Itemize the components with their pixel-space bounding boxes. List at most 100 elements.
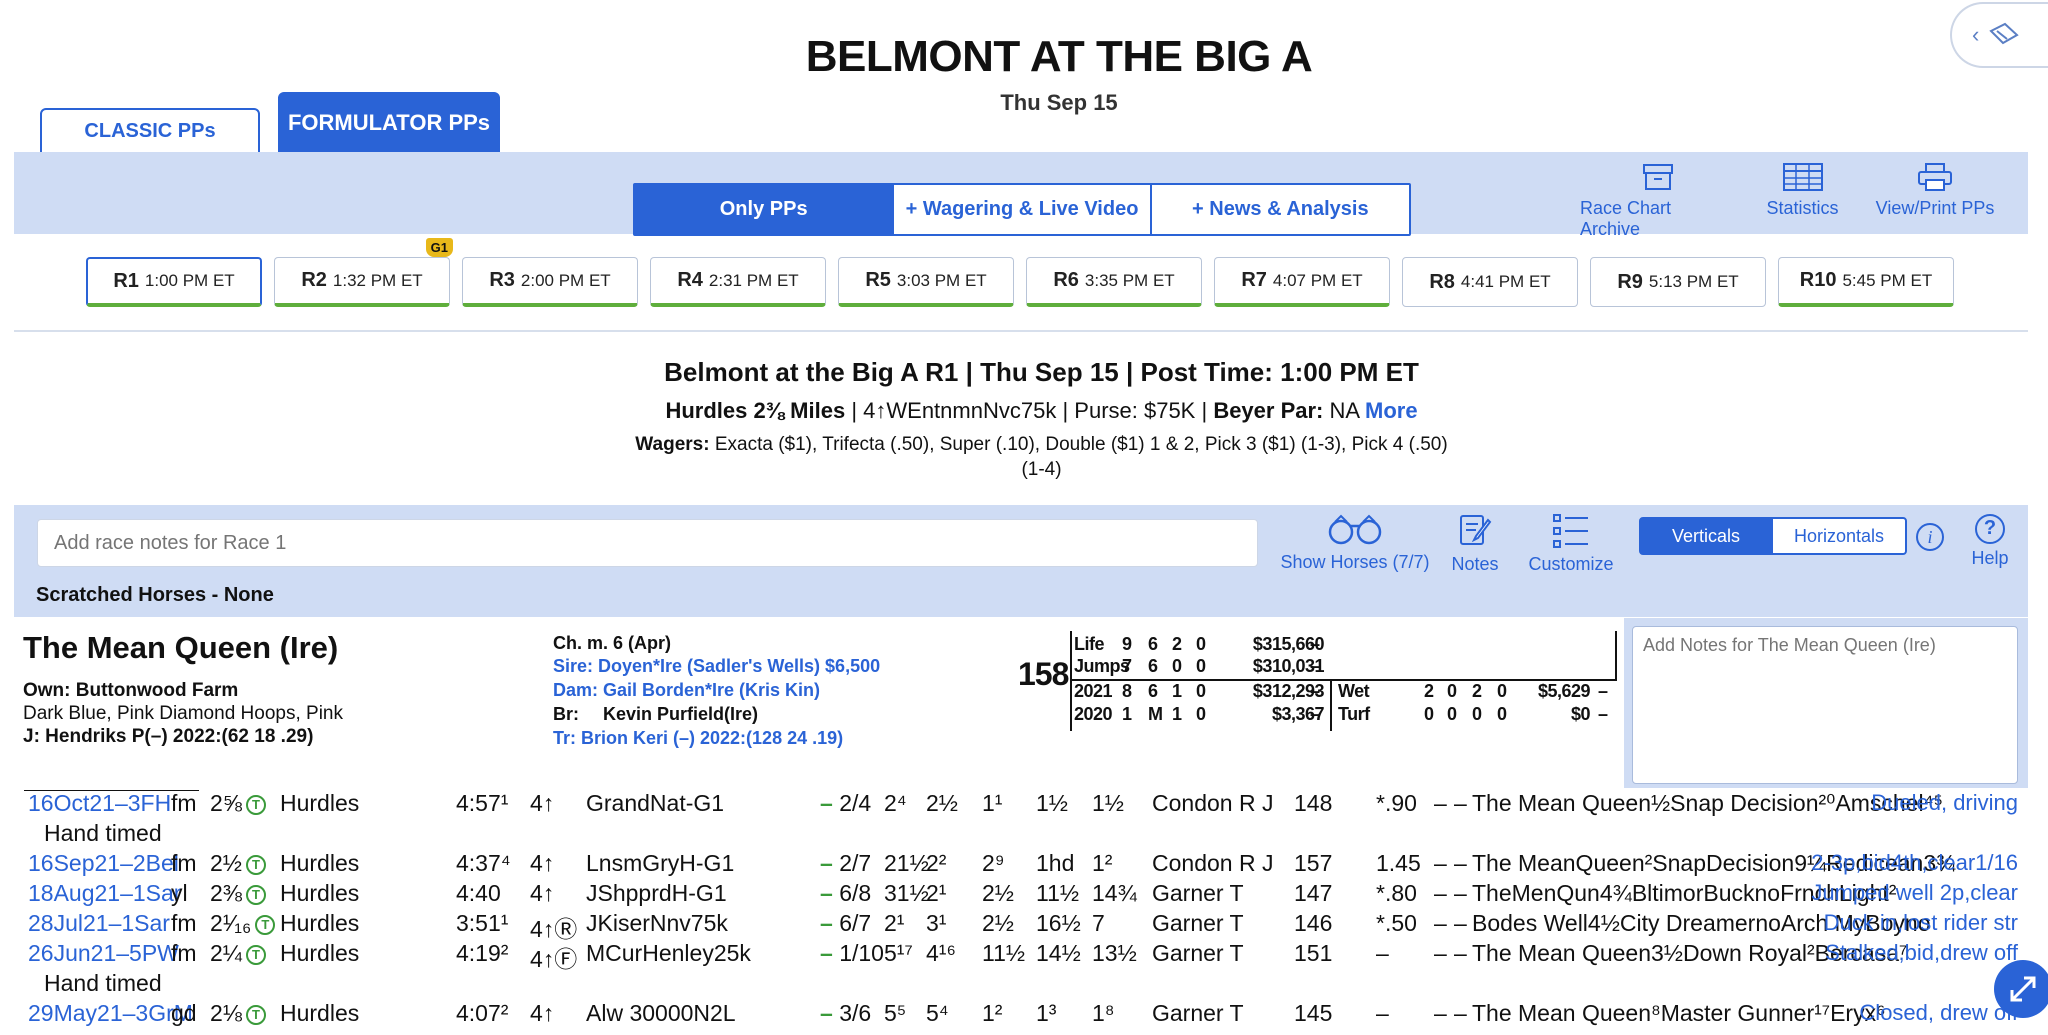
horse-notes-input[interactable] (1632, 626, 2018, 784)
pp-date[interactable]: 18Aug21–1Sar (28, 880, 181, 906)
info-icon[interactable]: i (1916, 523, 1944, 551)
pp-cell[interactable]: 28Jul21–1Sar (28, 910, 170, 937)
pp-cell[interactable]: 18Aug21–1Sar (28, 880, 181, 907)
customize-button[interactable]: Customize (1525, 512, 1617, 575)
pp-cell: 14½ (1036, 940, 1081, 967)
beyer-par-value: NA (1329, 398, 1359, 423)
race-button-r7[interactable]: R7 4:07 PM ET (1214, 257, 1390, 307)
pp-date[interactable]: 16Oct21–3FH (28, 790, 171, 816)
pp-cell: 1² (982, 1000, 1002, 1027)
show-horses-button[interactable]: Show Horses (7/7) (1280, 512, 1430, 573)
surface-stat-cell: Wet (1338, 681, 1370, 701)
pp-line: 18Aug21–1Sar yl 2⅜ T Hurdles 4:40 4↑ JShpprdH-G… (0, 880, 2048, 910)
pp-c2: 3¹ (926, 910, 947, 936)
race-button-r2[interactable]: R2 1:32 PM ET G1 (274, 238, 453, 307)
list-settings-icon (1553, 514, 1588, 548)
help-button[interactable]: ? Help (1965, 514, 2015, 569)
pp-cell: 4↑Ⓡ (530, 910, 577, 944)
surface-stat-cell: 0 (1497, 704, 1507, 724)
surface-stat-cell: – (1598, 704, 1608, 724)
pp-cell: 148 (1294, 790, 1332, 817)
stat-cell: 0 (1196, 681, 1206, 701)
horse-name[interactable]: The Mean Queen (Ire) (23, 630, 338, 666)
pp-cell: Garner T (1152, 940, 1244, 967)
pp-date[interactable]: 26Jun21–5PW (28, 940, 179, 966)
notes-button[interactable]: Notes (1450, 512, 1500, 575)
pp-comment: Closed, drew off (1859, 1000, 2018, 1025)
race-button-r10[interactable]: R10 5:45 PM ET (1778, 257, 1954, 307)
pp-cell: – 6/7 (820, 910, 872, 936)
surface-stat-cell: $5,629 (1537, 681, 1591, 701)
wagers-label: Wagers: (635, 434, 710, 455)
race-button-r3[interactable]: R3 2:00 PM ET (462, 257, 638, 307)
race-button-r8[interactable]: R8 4:41 PM ET (1402, 257, 1578, 307)
pp-c4: 14½ (1036, 940, 1081, 966)
more-link[interactable]: More (1365, 398, 1418, 423)
pp-c1: 21½ (884, 850, 929, 876)
pp-jockey: Condon R J (1152, 790, 1274, 816)
pp-line: 29May21–3GrM gd 2⅛ T Hurdles 4:07² 4↑ Alw 30000… (0, 1000, 2048, 1030)
race-button-r9[interactable]: R9 5:13 PM ET (1590, 257, 1766, 307)
collapse-panel-button[interactable]: ‹ (1950, 2, 2048, 68)
notes-label: Notes (1451, 554, 1499, 574)
pp-cell: 4:37⁴ (456, 850, 511, 877)
race-button-r4[interactable]: R4 2:31 PM ET (650, 257, 826, 307)
pp-c3: 1¹ (982, 790, 1003, 816)
scroll-top-button[interactable] (1994, 960, 2048, 1018)
pp-c4: 1³ (1036, 1000, 1057, 1026)
wagering-button[interactable]: + Wagering & Live Video (894, 185, 1152, 234)
pp-time: 4:40 (456, 880, 501, 906)
pp-cell[interactable]: 16Sep21–2Bel (28, 850, 179, 877)
pp-cell: 3¹ (926, 910, 946, 937)
pp-cell: – 2/4 (820, 790, 872, 816)
pp-date[interactable]: 16Sep21–2Bel (28, 850, 179, 876)
pp-cell: 145 (1294, 1000, 1332, 1027)
race-button-r6[interactable]: R6 3:35 PM ET (1026, 257, 1202, 307)
pp-cell: 2⅝ T (210, 790, 266, 817)
pp-cell: – (1434, 910, 1447, 937)
race-time: 5:45 PM ET (1842, 270, 1933, 290)
statistics-button[interactable]: Statistics (1750, 162, 1855, 219)
horse-trainer[interactable]: Tr: Brion Keri (–) 2022:(128 24 .19) (553, 728, 843, 749)
horse-dam[interactable]: Dam: Gail Borden*Ire (Kris Kin) (553, 680, 820, 701)
race-chart-archive-button[interactable]: Race Chart Archive (1580, 162, 1735, 240)
pp-fin: 14¾ (1092, 880, 1137, 906)
race-purse: Purse: $75K (1074, 398, 1196, 423)
tab-classic-pps[interactable]: CLASSIC PPs (40, 108, 260, 154)
stat-cell: 0 (1196, 656, 1206, 676)
horse-sire[interactable]: Sire: Doyen*Ire (Sadler's Wells) $6,500 (553, 656, 880, 677)
pp-cell: 2½ (982, 880, 1014, 907)
race-button-r5[interactable]: R5 3:03 PM ET (838, 257, 1014, 307)
pp-odds: – (1376, 940, 1389, 966)
divider (14, 330, 2028, 332)
pp-time: 4:19² (456, 940, 509, 966)
pp-date[interactable]: 29May21–3GrM (28, 1000, 193, 1026)
pp-line: 28Jul21–1Sar fm 2¹⁄₁₆ T Hurdles 3:51¹ 4↑Ⓡ JKise… (0, 910, 2048, 942)
only-pps-button[interactable]: Only PPs (635, 185, 895, 234)
race-button-r1[interactable]: R1 1:00 PM ET (86, 257, 262, 307)
pp-time: 4:07² (456, 1000, 509, 1026)
stat-cell: – (1310, 704, 1320, 724)
verticals-button[interactable]: Verticals (1641, 519, 1774, 553)
pp-cell: 7 (1092, 910, 1105, 937)
race-notes-input[interactable] (37, 519, 1258, 567)
pp-cell[interactable]: 26Jun21–5PW (28, 940, 179, 967)
pp-date[interactable]: 28Jul21–1Sar (28, 910, 170, 936)
tab-formulator-pps[interactable]: FORMULATOR PPs (278, 92, 500, 154)
breeder-label: Br: (553, 704, 579, 724)
stat-cell: M (1148, 704, 1163, 724)
view-print-pps-button[interactable]: View/Print PPs (1870, 162, 2000, 219)
pp-comment: Stalked,bid,drew off (1825, 940, 2018, 965)
pp-age: 4↑ (530, 1000, 555, 1026)
pp-c3: 2⁹ (982, 850, 1005, 876)
pp-cell[interactable]: 29May21–3GrM (28, 1000, 193, 1027)
horizontals-button[interactable]: Horizontals (1773, 519, 1905, 553)
surface-stat-cell: – (1598, 681, 1608, 701)
news-button[interactable]: + News & Analysis (1152, 185, 1409, 234)
pp-age: 4↑Ⓡ (530, 916, 578, 942)
pp-cell: 2⅜ T (210, 880, 266, 907)
pp-jockey: Garner T (1152, 1000, 1244, 1026)
pp-cell: 1² (1092, 850, 1112, 877)
pp-cell[interactable]: 16Oct21–3FH (28, 790, 171, 817)
pp-cell: 151 (1294, 940, 1332, 967)
